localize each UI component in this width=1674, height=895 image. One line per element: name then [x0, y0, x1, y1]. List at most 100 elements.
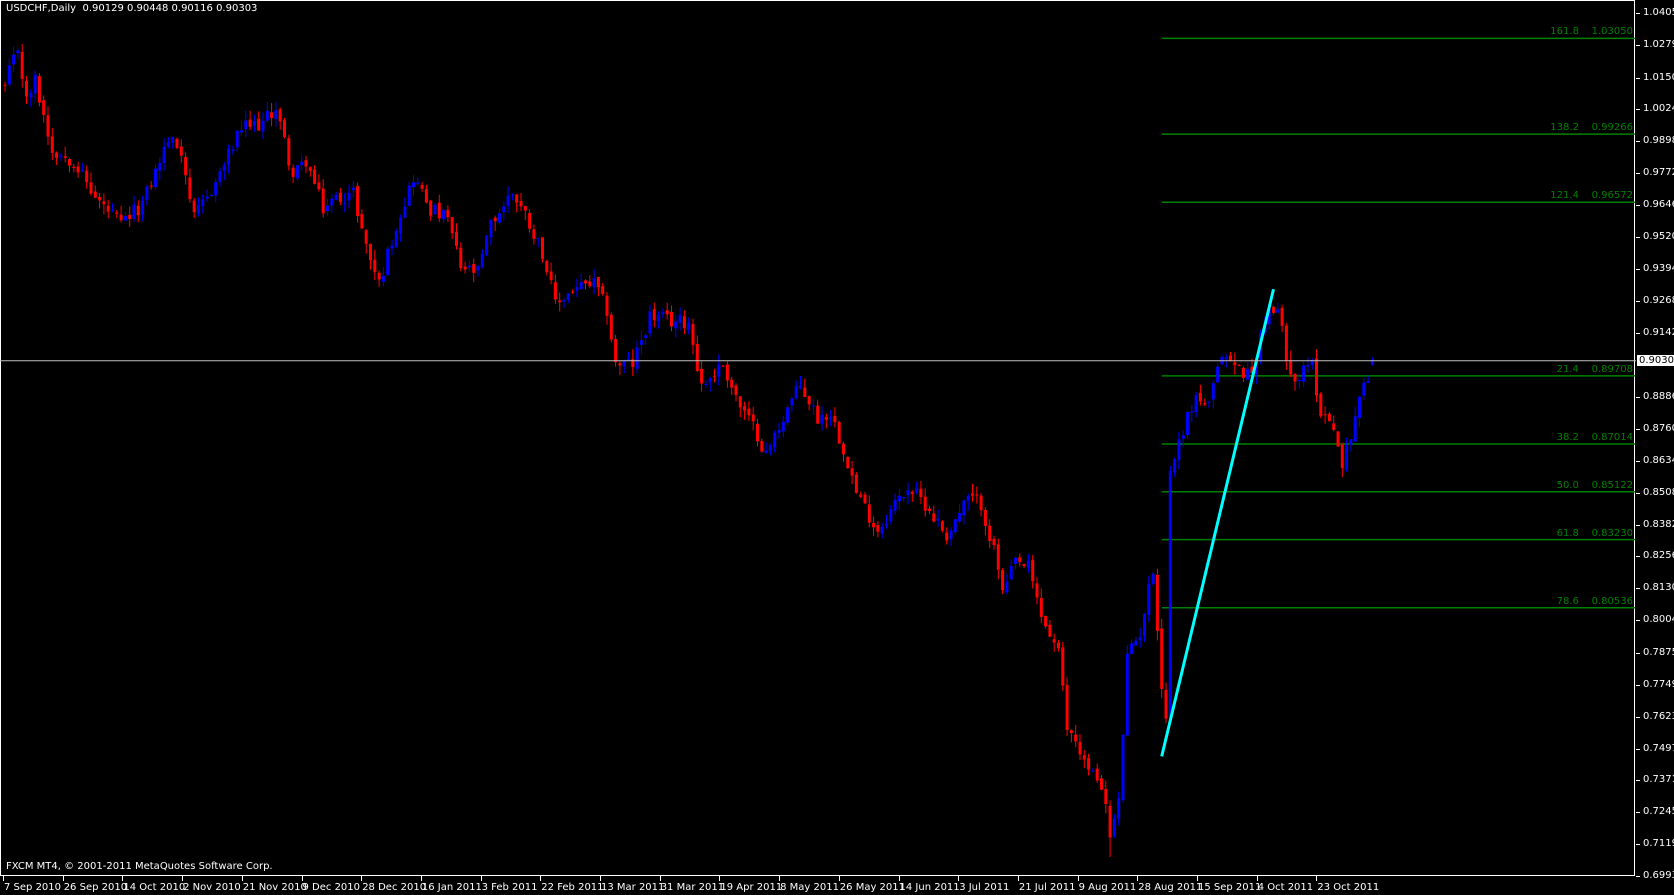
candle-body	[429, 200, 433, 216]
candle-body	[781, 421, 785, 432]
candle-body	[614, 339, 618, 363]
candle-body	[1001, 570, 1005, 590]
fib-level-label: 38.2 0.87014	[1556, 431, 1633, 443]
candle-body	[283, 120, 286, 137]
price-tick-label: 1.04055	[1643, 7, 1674, 18]
candle-body	[519, 201, 523, 207]
candle-body	[725, 364, 729, 381]
candle-body	[1130, 643, 1134, 655]
date-tick	[420, 876, 422, 881]
candle-body	[218, 171, 222, 182]
candle-body	[33, 74, 37, 94]
date-tick-label: 23 Oct 2011	[1317, 882, 1380, 893]
candle-body	[790, 398, 794, 406]
candle-body	[528, 213, 532, 229]
candle-body	[326, 205, 329, 212]
candle-body	[584, 280, 587, 284]
candle-body	[833, 416, 837, 423]
candle-body	[1052, 639, 1056, 643]
candle-body	[859, 494, 863, 497]
price-tick-label: 0.73710	[1643, 774, 1674, 786]
candle-body	[773, 432, 777, 448]
candle-body	[1155, 574, 1159, 631]
candle-body	[455, 232, 458, 246]
trendline	[1160, 288, 1275, 757]
candle-body	[713, 376, 716, 378]
candle-body	[803, 387, 807, 398]
candle-body	[227, 148, 231, 165]
price-tick	[1636, 492, 1640, 494]
candle-body	[1160, 628, 1164, 689]
candle-body	[605, 295, 609, 316]
candle-body	[1095, 768, 1099, 781]
candle-body	[902, 497, 906, 499]
candle-body	[1078, 742, 1082, 755]
price-tick-label: 0.71190	[1643, 838, 1674, 850]
candle-body	[1198, 392, 1202, 402]
candle-body	[489, 219, 493, 238]
candle-body	[20, 51, 24, 79]
price-tick-label: 0.81305	[1643, 582, 1674, 594]
candle-body	[1306, 364, 1310, 367]
candle-body	[437, 202, 441, 219]
candle-body	[807, 396, 811, 405]
candle-body	[738, 396, 742, 408]
candle-body	[502, 206, 506, 213]
candle-body	[214, 182, 218, 196]
candle-body	[854, 474, 858, 493]
candle-body	[42, 100, 46, 115]
candle-body	[1087, 758, 1091, 770]
candle-body	[1276, 309, 1280, 313]
candle-body	[360, 214, 364, 229]
candle-body	[261, 120, 265, 132]
candle-body	[743, 405, 747, 411]
price-tick	[1636, 44, 1640, 46]
candle-body	[820, 414, 824, 424]
candle-body	[89, 182, 93, 194]
candle-body	[691, 324, 695, 345]
price-tick-label: 0.92680	[1643, 294, 1674, 306]
date-tick	[958, 876, 960, 881]
candle-body	[1151, 574, 1155, 584]
candle-body	[592, 278, 596, 288]
date-tick	[600, 876, 601, 881]
candle-body	[166, 141, 170, 147]
candle-body	[188, 177, 192, 200]
candle-body	[1044, 616, 1048, 627]
candle-body	[68, 159, 71, 166]
candle-body	[777, 430, 781, 433]
candle-body	[1289, 360, 1293, 375]
candle-body	[1168, 470, 1172, 717]
candle-body	[532, 229, 536, 239]
candle-body	[661, 312, 665, 315]
date-tick	[838, 876, 840, 881]
candle-body	[562, 300, 566, 302]
candle-body	[364, 230, 368, 244]
candle-body	[1147, 583, 1151, 615]
candle-body	[347, 192, 351, 201]
price-tick-label: 0.69930	[1643, 870, 1674, 881]
candle-body	[265, 110, 269, 121]
price-tick-label: 1.00240	[1643, 103, 1674, 115]
candle-body	[1138, 637, 1142, 641]
candle-body	[291, 167, 295, 177]
candle-body	[463, 266, 467, 270]
candle-body	[416, 182, 420, 184]
date-tick	[301, 876, 303, 881]
current-price-label: 0.90303	[1637, 354, 1674, 366]
candle-body	[50, 136, 54, 153]
candle-body	[231, 149, 235, 152]
candle-body	[635, 347, 639, 369]
date-tick	[1137, 876, 1139, 881]
candle-body	[145, 186, 149, 200]
price-tick-label: 0.76230	[1643, 710, 1674, 722]
candle-body	[106, 205, 110, 212]
price-tick	[1636, 556, 1640, 558]
candle-body	[1362, 382, 1366, 396]
candle-body	[115, 212, 119, 214]
candle-body	[695, 343, 699, 371]
candle-body	[12, 54, 16, 65]
candle-body	[523, 206, 527, 211]
candle-body	[498, 213, 501, 223]
candle-body	[622, 360, 626, 367]
